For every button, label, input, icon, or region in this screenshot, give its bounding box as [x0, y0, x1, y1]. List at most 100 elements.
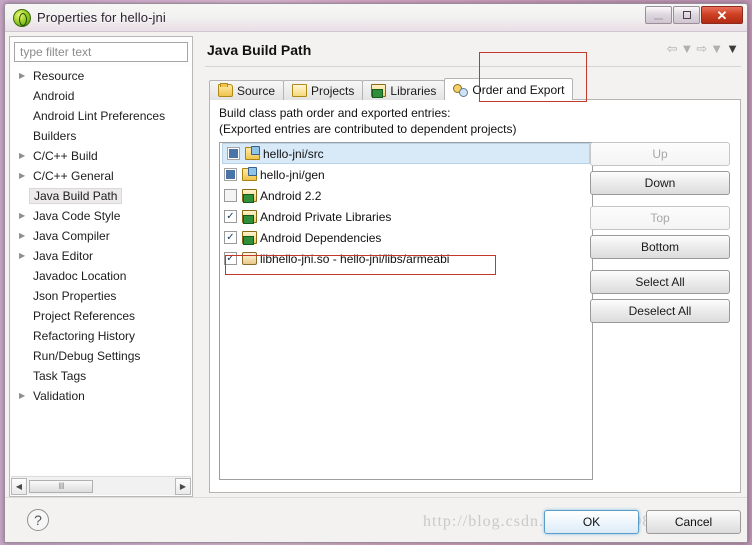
sidebar-item-label: Java Code Style: [33, 209, 121, 223]
settings-tree: ▶Resource▶Android▶Android Lint Preferenc…: [11, 66, 191, 474]
sidebar-horizontal-scrollbar[interactable]: ◀ ‖‖ ▶: [11, 476, 191, 495]
entry-checkbox[interactable]: [227, 147, 240, 160]
entry-label: libhello-jni.so - hello-jni/libs/armeabi: [260, 251, 450, 266]
sidebar-item-refactoring-history[interactable]: ▶Refactoring History: [11, 326, 191, 346]
filter-input[interactable]: type filter text: [14, 42, 188, 62]
tab-source[interactable]: Source: [209, 80, 285, 100]
chevron-right-icon[interactable]: ▶: [19, 252, 31, 260]
entry-checkbox[interactable]: [224, 189, 237, 202]
sidebar-item-label: Json Properties: [33, 289, 117, 303]
chevron-right-icon[interactable]: ▶: [19, 172, 31, 180]
deselect-all-button[interactable]: Deselect All: [590, 299, 730, 323]
back-menu-chevron-down-icon[interactable]: ▼: [680, 42, 693, 55]
view-menu-chevron-down-icon[interactable]: ▼: [726, 42, 739, 55]
sidebar-item-java-code-style[interactable]: ▶ Java Code Style: [11, 206, 191, 226]
sidebar-item-java-compiler[interactable]: ▶ Java Compiler: [11, 226, 191, 246]
sidebar-item-label: Java Compiler: [33, 229, 110, 243]
panel-description-line1: Build class path order and exported entr…: [219, 106, 451, 120]
entry-checkbox[interactable]: [224, 168, 237, 181]
tab-libraries[interactable]: Libraries: [362, 80, 446, 100]
entry-label: hello-jni/gen: [260, 167, 325, 182]
tab-order-and-export[interactable]: Order and Export: [444, 78, 574, 100]
list-item[interactable]: ✓ libhello-jni.so - hello-jni/libs/armeab…: [220, 248, 592, 269]
window-title: Properties for hello-jni: [37, 10, 166, 25]
order-buttons-column: Up Down Top Bottom Select All Deselect All: [590, 142, 730, 328]
sidebar-item-label: C/C++ Build: [33, 149, 98, 163]
window-controls: ✕: [645, 6, 743, 24]
tab-label: Order and Export: [472, 82, 565, 97]
sidebar-item-java-build-path[interactable]: ▶Java Build Path: [11, 186, 191, 206]
classpath-entry-list[interactable]: hello-jni/src hello-jni/gen Android 2.2 ✓ An…: [219, 142, 593, 480]
entry-label: Android Dependencies: [260, 230, 382, 245]
projects-folder-icon: [292, 84, 308, 97]
down-button[interactable]: Down: [590, 171, 730, 195]
sidebar-item-label: Java Editor: [33, 249, 94, 263]
entry-checkbox[interactable]: ✓: [224, 252, 237, 265]
list-item[interactable]: Android 2.2: [220, 185, 592, 206]
library-icon: [242, 231, 257, 245]
select-all-button[interactable]: Select All: [590, 270, 730, 294]
sidebar-item-validation[interactable]: ▶ Validation: [11, 386, 191, 406]
chevron-right-icon[interactable]: ▶: [19, 232, 31, 240]
forward-arrow-icon[interactable]: ⇨: [696, 42, 707, 55]
dialog-body: type filter text ▶Resource▶Android▶Andro…: [5, 31, 747, 542]
forward-menu-chevron-down-icon[interactable]: ▼: [710, 42, 723, 55]
list-item[interactable]: ✓ Android Dependencies: [220, 227, 592, 248]
chevron-right-icon[interactable]: ▶: [19, 392, 31, 400]
properties-dialog-window: Properties for hello-jni ✕ type filter t…: [4, 3, 748, 543]
sidebar-item-c-c-build[interactable]: ▶ C/C++ Build: [11, 146, 191, 166]
sidebar-item-project-references[interactable]: ▶Project References: [11, 306, 191, 326]
panel-description-line2: (Exported entries are contributed to dep…: [219, 122, 517, 136]
list-item[interactable]: hello-jni/gen: [220, 164, 592, 185]
scrollbar-thumb[interactable]: ‖‖: [29, 479, 93, 493]
list-item[interactable]: ✓ Android Private Libraries: [220, 206, 592, 227]
ok-button[interactable]: OK: [544, 510, 639, 534]
entry-checkbox[interactable]: ✓: [224, 231, 237, 244]
entry-checkbox[interactable]: ✓: [224, 210, 237, 223]
minimize-button[interactable]: [645, 6, 672, 24]
sidebar-item-android[interactable]: ▶Android: [11, 86, 191, 106]
tab-label: Source: [237, 83, 276, 98]
chevron-right-icon[interactable]: ▶: [19, 72, 31, 80]
sidebar-item-task-tags[interactable]: ▶Task Tags: [11, 366, 191, 386]
tab-label: Libraries: [390, 83, 437, 98]
sidebar-item-label: Android: [33, 89, 75, 103]
list-item[interactable]: hello-jni/src: [222, 143, 590, 164]
page-nav-controls: ⇦ ▼ ⇨ ▼ ▼: [667, 42, 739, 55]
close-button[interactable]: ✕: [701, 6, 743, 24]
tab-bar: Source Projects Libraries Order and Export: [209, 78, 574, 100]
tab-projects[interactable]: Projects: [283, 80, 364, 100]
eclipse-icon: [13, 8, 31, 27]
sidebar-item-javadoc-location[interactable]: ▶Javadoc Location: [11, 266, 191, 286]
chevron-right-icon[interactable]: ▶: [19, 212, 31, 220]
minimize-icon: [654, 17, 663, 20]
sidebar-item-java-editor[interactable]: ▶ Java Editor: [11, 246, 191, 266]
scroll-left-arrow-icon[interactable]: ◀: [11, 477, 27, 495]
dialog-footer: ? http://blog.csdn.net/slmeng1982 OK Can…: [5, 497, 747, 542]
sidebar-item-label: C/C++ General: [33, 169, 114, 183]
sidebar-item-run-debug-settings[interactable]: ▶Run/Debug Settings: [11, 346, 191, 366]
order-and-export-panel: Build class path order and exported entr…: [209, 99, 741, 493]
page-title: Java Build Path: [207, 42, 312, 58]
entry-label: hello-jni/src: [263, 146, 324, 161]
title-divider: [205, 66, 741, 67]
sidebar-item-builders[interactable]: ▶Builders: [11, 126, 191, 146]
sidebar-item-label: Javadoc Location: [33, 269, 127, 283]
sidebar-item-android-lint-preferences[interactable]: ▶Android Lint Preferences: [11, 106, 191, 126]
scroll-right-arrow-icon[interactable]: ▶: [175, 477, 191, 495]
bottom-button[interactable]: Bottom: [590, 235, 730, 259]
sidebar-item-json-properties[interactable]: ▶Json Properties: [11, 286, 191, 306]
chevron-right-icon[interactable]: ▶: [19, 152, 31, 160]
sidebar-item-c-c-general[interactable]: ▶ C/C++ General: [11, 166, 191, 186]
maximize-button[interactable]: [673, 6, 700, 24]
sidebar-item-label: Project References: [33, 309, 136, 323]
help-button[interactable]: ?: [27, 509, 49, 531]
tab-label: Projects: [311, 83, 355, 98]
cancel-button[interactable]: Cancel: [646, 510, 741, 534]
sidebar-item-resource[interactable]: ▶ Resource: [11, 66, 191, 86]
back-arrow-icon[interactable]: ⇦: [667, 42, 678, 55]
up-button: Up: [590, 142, 730, 166]
sidebar-item-label: Run/Debug Settings: [33, 349, 141, 363]
source-folder-icon: [242, 167, 257, 181]
library-icon: [242, 210, 257, 224]
